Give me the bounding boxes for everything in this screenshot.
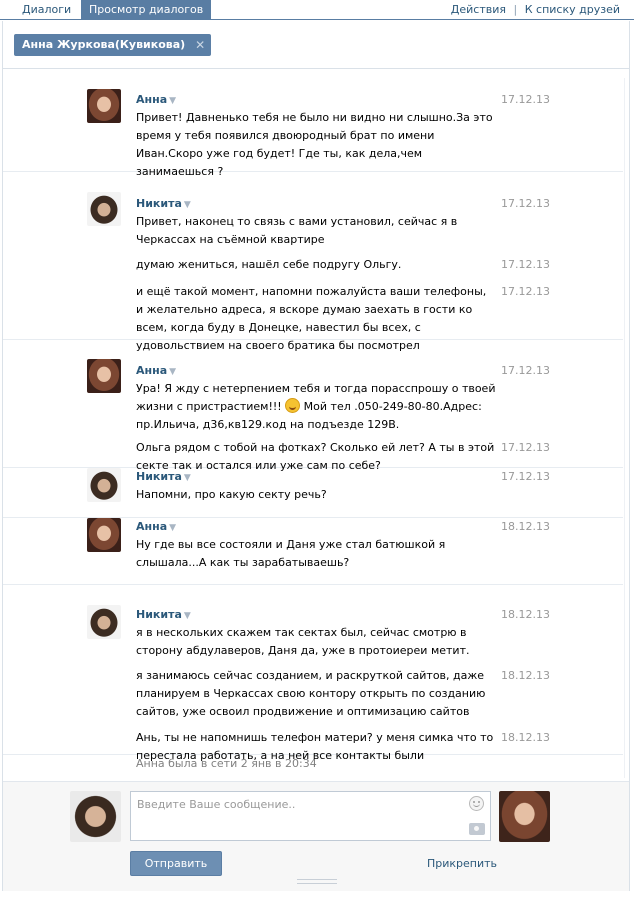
- message-time[interactable]: 17.12.13: [501, 441, 550, 454]
- sender-name[interactable]: Анна ▼: [136, 93, 176, 106]
- sender-name[interactable]: Анна ▼: [136, 520, 176, 533]
- my-avatar[interactable]: [70, 791, 121, 842]
- message-time[interactable]: 18.12.13: [501, 520, 550, 533]
- message-history: Анна ▼ 17.12.13 Привет! Давненько тебя не…: [3, 70, 629, 781]
- message-text: я занимаюсь сейчас созданием, и раскрутк…: [136, 669, 486, 718]
- message-text: Ура! Я жду с нетерпением тебя и тогда по…: [136, 382, 496, 431]
- message-time[interactable]: 18.12.13: [501, 608, 550, 621]
- sender-name[interactable]: Никита ▼: [136, 608, 191, 621]
- message-time[interactable]: 18.12.13: [501, 731, 550, 744]
- send-button[interactable]: Отправить: [130, 851, 222, 876]
- message-group: Анна ▼ 17.12.13 Привет! Давненько тебя не…: [3, 70, 623, 178]
- tab-view-dialogs[interactable]: Просмотр диалогов: [81, 0, 212, 20]
- camera-icon[interactable]: [469, 823, 485, 835]
- top-tab-bar: Диалоги Просмотр диалогов Действия | К с…: [0, 0, 634, 20]
- message-time[interactable]: 17.12.13: [501, 285, 550, 298]
- chevron-down-icon[interactable]: ▼: [169, 523, 176, 533]
- avatar[interactable]: [87, 359, 121, 393]
- message-text: Привет, наконец то связь с вами установи…: [136, 215, 458, 246]
- close-icon[interactable]: ✕: [195, 34, 205, 56]
- message-time[interactable]: 17.12.13: [501, 364, 550, 377]
- message-composer: Введите Ваше сообщение.. Отправить Прикр…: [3, 781, 629, 891]
- recipient-chip[interactable]: Анна Журкова(Кувикова) ✕: [14, 34, 212, 56]
- sender-name[interactable]: Никита ▼: [136, 197, 191, 210]
- sender-name[interactable]: Никита ▼: [136, 470, 191, 483]
- avatar[interactable]: [87, 89, 121, 123]
- message-group: Никита ▼ 17.12.13 Привет, наконец то связ…: [3, 172, 623, 352]
- sender-name[interactable]: Анна ▼: [136, 364, 176, 377]
- message-text: думаю жениться, нашёл себе подругу Ольгу…: [136, 258, 402, 271]
- chevron-down-icon[interactable]: ▼: [184, 200, 191, 210]
- smile-emoji-icon: [285, 398, 301, 413]
- chevron-down-icon[interactable]: ▼: [169, 367, 176, 377]
- dialog-panel: Анна Журкова(Кувикова) ✕ Анна ▼ 17.12.13 …: [2, 21, 630, 891]
- smile-icon[interactable]: [469, 796, 484, 811]
- message-text: Ну где вы все состояли и Даня уже стал б…: [136, 538, 446, 569]
- message-time[interactable]: 17.12.13: [501, 470, 550, 483]
- recipients-bar: Анна Журкова(Кувикова) ✕: [3, 21, 629, 69]
- avatar[interactable]: [87, 192, 121, 226]
- actions-link[interactable]: Действия: [451, 3, 506, 16]
- last-seen-status: Анна была в сети 2 янв в 20:34: [136, 757, 317, 770]
- top-links: Действия | К списку друзей: [451, 0, 620, 20]
- resize-handle[interactable]: [297, 879, 337, 884]
- avatar[interactable]: [87, 605, 121, 639]
- avatar[interactable]: [87, 468, 121, 502]
- message-group: Никита ▼ 17.12.13 Напомни, про какую сект…: [3, 468, 623, 518]
- avatar[interactable]: [87, 518, 121, 552]
- message-group: Анна ▼ 17.12.13 Ура! Я жду с нетерпением …: [3, 340, 623, 472]
- scrollbar-track[interactable]: [624, 78, 625, 778]
- message-text: Напомни, про какую секту речь?: [136, 488, 327, 501]
- friends-list-link[interactable]: К списку друзей: [525, 3, 620, 16]
- message-time[interactable]: 17.12.13: [501, 93, 550, 106]
- message-time[interactable]: 17.12.13: [501, 197, 550, 210]
- recipient-name: Анна Журкова(Кувикова): [22, 38, 186, 51]
- message-time[interactable]: 18.12.13: [501, 669, 550, 682]
- chevron-down-icon[interactable]: ▼: [184, 473, 191, 483]
- chevron-down-icon[interactable]: ▼: [169, 96, 176, 106]
- chevron-down-icon[interactable]: ▼: [184, 611, 191, 621]
- message-input[interactable]: Введите Ваше сообщение..: [130, 791, 491, 841]
- recipient-avatar[interactable]: [499, 791, 550, 842]
- message-group: Анна ▼ 18.12.13 Ну где вы все состояли и …: [3, 518, 623, 585]
- tab-dialogs[interactable]: Диалоги: [14, 0, 79, 20]
- message-text: я в нескольких скажем так сектах был, се…: [136, 626, 470, 657]
- attach-link[interactable]: Прикрепить: [427, 857, 497, 870]
- message-time[interactable]: 17.12.13: [501, 258, 550, 271]
- message-group: Никита ▼ 18.12.13 я в нескольких скажем т…: [3, 585, 623, 762]
- links-separator: |: [513, 3, 518, 16]
- message-text: Привет! Давненько тебя не было ни видно …: [136, 111, 493, 178]
